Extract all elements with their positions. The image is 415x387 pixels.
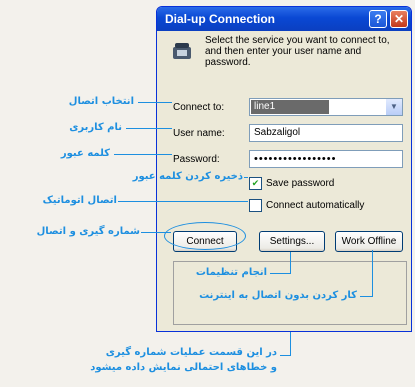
annotation-line [114, 154, 172, 155]
annotation-line [244, 177, 248, 178]
dialog-title: Dial-up Connection [165, 12, 275, 26]
dialup-dialog: Dial-up Connection ? ✕ Select the servic… [156, 6, 412, 332]
intro-text: Select the service you want to connect t… [205, 35, 390, 68]
annotation-line [360, 296, 373, 297]
connect-automatically-label: Connect automatically [266, 200, 365, 212]
annotation-line [280, 355, 291, 356]
connect-highlight-circle [164, 222, 246, 250]
password-label: Password: [173, 154, 220, 165]
connect-to-select[interactable]: line1 ▼ [249, 98, 403, 116]
save-password-checkbox[interactable]: ✔ Save password [249, 177, 334, 190]
annotation-status-line2: و خطاهای احتمالی نمایش داده میشود [90, 362, 277, 373]
checkbox-box[interactable] [249, 199, 262, 212]
save-password-label: Save password [266, 178, 335, 190]
connect-to-value: line1 [251, 100, 329, 114]
annotation-line [138, 102, 172, 103]
annotation-settings: انجام تنظیمات [195, 267, 267, 278]
user-name-label: User name: [173, 128, 225, 139]
phone-icon [173, 43, 191, 59]
help-button[interactable]: ? [369, 10, 387, 28]
annotation-line [270, 273, 291, 274]
connect-to-label: Connect to: [173, 102, 225, 113]
annotation-line [372, 250, 373, 297]
annotation-password: کلمه عبور [60, 148, 110, 159]
annotation-line [118, 201, 248, 202]
chevron-down-icon[interactable]: ▼ [385, 99, 402, 115]
annotation-line [290, 252, 291, 274]
close-button[interactable]: ✕ [390, 10, 408, 28]
annotation-line [290, 332, 291, 356]
work-offline-button[interactable]: Work Offline [335, 231, 403, 252]
annotation-user-name: نام کاربری [69, 122, 122, 133]
annotation-work-offline: کار کردن بدون اتصال به اینترنت [199, 290, 357, 301]
annotation-connect-automatically: اتصال اتوماتیک [42, 195, 117, 206]
annotation-connect-to: انتخاب اتصال [68, 96, 134, 107]
annotation-connect: شماره گیری و اتصال [36, 226, 140, 237]
password-field[interactable]: ••••••••••••••••• [249, 150, 403, 168]
connect-automatically-checkbox[interactable]: Connect automatically [249, 199, 364, 212]
annotation-status-line1: در این قسمت عملیات شماره گیری [105, 347, 277, 358]
settings-button[interactable]: Settings... [259, 231, 325, 252]
title-bar: Dial-up Connection ? ✕ [157, 7, 411, 31]
user-name-field[interactable]: Sabzaligol [249, 124, 403, 142]
annotation-save-password: ذخیره کردن کلمه عبور [132, 171, 243, 182]
annotation-line [126, 128, 172, 129]
checkmark-icon[interactable]: ✔ [249, 177, 262, 190]
